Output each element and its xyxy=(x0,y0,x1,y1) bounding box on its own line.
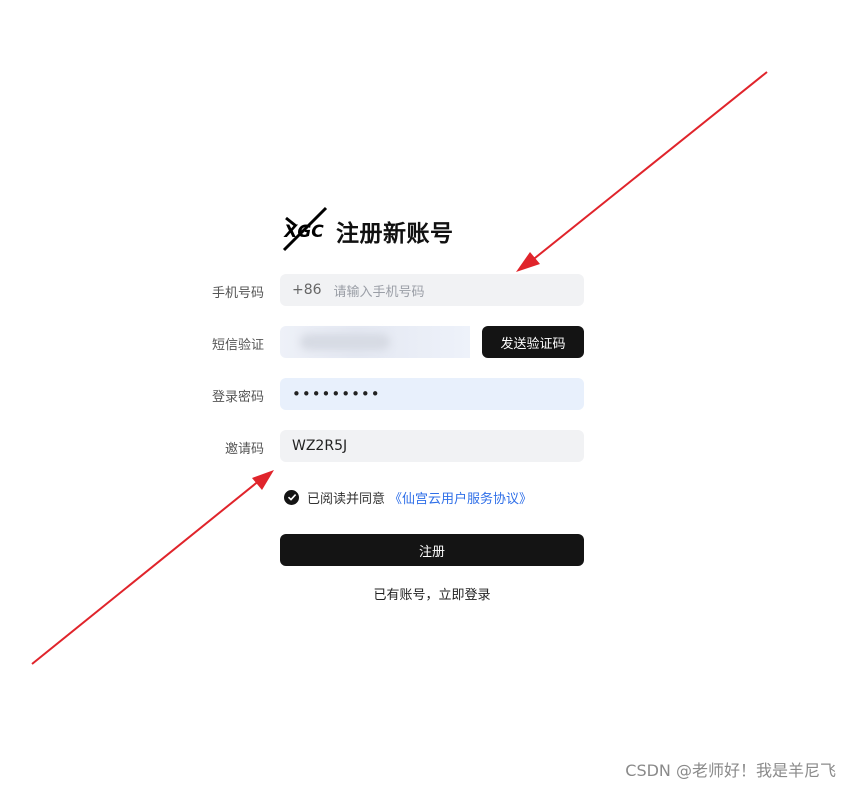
watermark: CSDN @老师好！我是羊尼飞 xyxy=(625,761,836,780)
register-button[interactable]: 注册 xyxy=(280,534,584,566)
password-field[interactable]: ••••••••• xyxy=(280,378,584,410)
agreement-text: 已阅读并同意 xyxy=(307,491,386,507)
send-code-button[interactable]: 发送验证码 xyxy=(482,326,584,358)
agreement-row: 已阅读并同意 《仙宫云用户服务协议》 xyxy=(284,488,532,507)
invite-code-field[interactable]: WZ2R5J xyxy=(280,430,584,462)
invite-label: 邀请码 xyxy=(224,442,264,457)
arrow-head-top xyxy=(516,252,540,272)
logo-text: XGC xyxy=(283,222,324,242)
arrow-head-bottom xyxy=(252,470,274,490)
phone-label: 手机号码 xyxy=(211,286,264,301)
arrow-top-right xyxy=(529,71,768,263)
xgc-logo-icon: XGC xyxy=(282,206,328,252)
phone-placeholder: 请输入手机号码 xyxy=(333,284,425,300)
arrow-bottom-left xyxy=(31,479,261,665)
agreement-link[interactable]: 《仙宫云用户服务协议》 xyxy=(389,488,532,507)
check-icon xyxy=(287,494,296,501)
password-label: 登录密码 xyxy=(211,390,264,405)
logo: XGC xyxy=(280,204,330,254)
page-title: 注册新账号 xyxy=(336,221,454,247)
country-code[interactable]: +86 xyxy=(292,282,322,298)
phone-field[interactable]: +86 请输入手机号码 xyxy=(280,274,584,306)
sms-label: 短信验证 xyxy=(211,338,264,353)
agreement-checkbox[interactable] xyxy=(284,489,299,505)
blurred-code xyxy=(300,334,390,350)
login-link[interactable]: 已有账号，立即登录 xyxy=(280,584,584,603)
